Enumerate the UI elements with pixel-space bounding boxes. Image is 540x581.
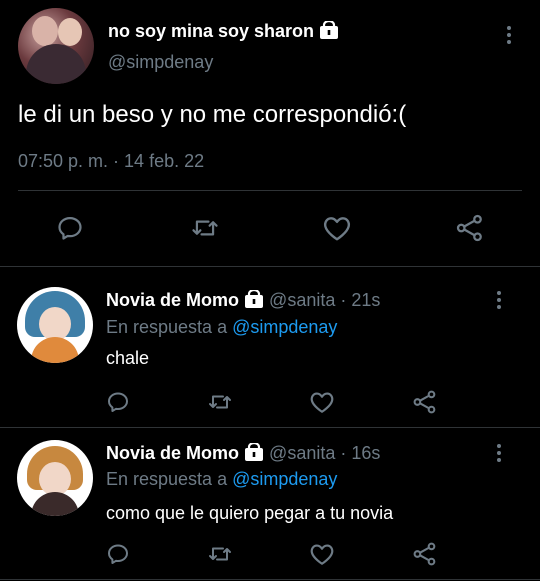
reply-to-link[interactable]: @simpdenay — [232, 469, 337, 489]
retweet-icon[interactable] — [207, 390, 233, 414]
author-handle[interactable]: @sanita — [269, 443, 335, 463]
lock-icon — [245, 290, 264, 308]
reply-text: chale — [106, 348, 150, 368]
tweet-text: le di un beso y no me correspondió:( — [18, 101, 407, 128]
divider — [0, 427, 540, 428]
reply-prefix: En respuesta a — [106, 317, 228, 337]
reply-prefix: En respuesta a — [106, 469, 228, 489]
reply-to-link[interactable]: @simpdenay — [232, 317, 337, 337]
like-icon[interactable] — [309, 542, 335, 566]
reply-icon[interactable] — [106, 542, 130, 566]
reply-context: En respuesta a @simpdenay — [106, 469, 337, 490]
more-icon[interactable] — [497, 291, 501, 312]
share-icon[interactable] — [412, 541, 438, 567]
lock-icon — [245, 443, 264, 461]
retweet-icon[interactable] — [207, 542, 233, 566]
display-name[interactable]: no soy mina soy sharon — [108, 21, 314, 41]
avatar[interactable] — [17, 287, 93, 363]
more-icon[interactable] — [507, 26, 511, 47]
display-name[interactable]: Novia de Momo — [106, 290, 239, 310]
tweet-timestamp[interactable]: 07:50 p. m. · 14 feb. 22 — [18, 151, 204, 172]
reply-context: En respuesta a @simpdenay — [106, 317, 337, 338]
author-handle[interactable]: @simpdenay — [108, 52, 213, 73]
reply-icon[interactable] — [56, 214, 84, 242]
avatar[interactable] — [17, 440, 93, 516]
avatar[interactable] — [18, 8, 94, 84]
reply-header: Novia de Momo @sanita · 16s — [106, 443, 380, 464]
author-handle[interactable]: @sanita — [269, 290, 335, 310]
divider — [0, 579, 540, 580]
reply-header: Novia de Momo @sanita · 21s — [106, 290, 380, 311]
reply-time[interactable]: · 16s — [340, 443, 380, 463]
display-name[interactable]: Novia de Momo — [106, 443, 239, 463]
like-icon[interactable] — [322, 214, 352, 242]
lock-icon — [320, 21, 339, 39]
share-icon[interactable] — [412, 389, 438, 415]
retweet-icon[interactable] — [190, 214, 220, 242]
share-icon[interactable] — [455, 213, 485, 243]
reply-time[interactable]: · 21s — [340, 290, 380, 310]
divider — [0, 266, 540, 267]
divider — [18, 190, 522, 191]
reply-text: como que le quiero pegar a tu novia — [106, 503, 394, 523]
reply-icon[interactable] — [106, 390, 130, 414]
more-icon[interactable] — [497, 444, 501, 465]
like-icon[interactable] — [309, 390, 335, 414]
author-name[interactable]: no soy mina soy sharon — [108, 21, 339, 42]
